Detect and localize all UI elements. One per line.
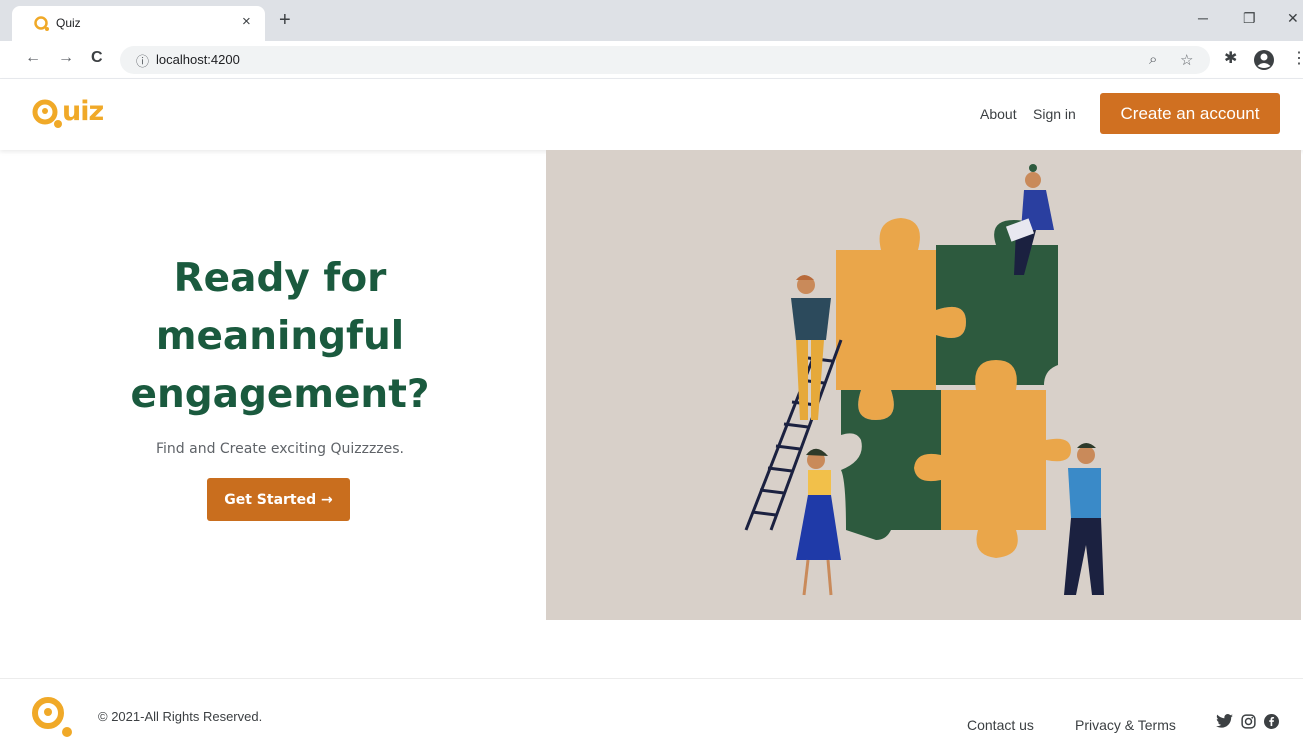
profile-icon[interactable]: [1253, 49, 1275, 71]
tab-close-icon[interactable]: ×: [242, 13, 251, 30]
hero-title-line: meaningful: [155, 314, 405, 359]
footer-contact-link[interactable]: Contact us: [967, 717, 1034, 733]
logo-text: uiz: [62, 96, 104, 127]
hero-title-line: Ready for: [173, 256, 387, 301]
maximize-icon[interactable]: ❐: [1243, 10, 1256, 27]
footer-privacy-link[interactable]: Privacy & Terms: [1075, 717, 1176, 733]
site-footer: © 2021-All Rights Reserved. Contact us P…: [0, 678, 1303, 737]
browser-tab-strip: Quiz × + ─ ❐ ✕: [0, 0, 1303, 41]
footer-copyright: © 2021-All Rights Reserved.: [98, 709, 263, 724]
hero-illustration: [546, 150, 1301, 620]
address-bar[interactable]: ⓘ localhost:4200 ⌕ ☆: [120, 46, 1210, 74]
bookmark-star-icon[interactable]: ☆: [1180, 51, 1193, 69]
nav-about-link[interactable]: About: [980, 106, 1017, 122]
address-url[interactable]: localhost:4200: [156, 52, 240, 67]
create-account-button[interactable]: Create an account: [1100, 93, 1280, 134]
hero-title-line: engagement?: [130, 372, 430, 417]
instagram-icon[interactable]: [1241, 714, 1256, 729]
hero-subtitle: Find and Create exciting Quizzzzes.: [155, 441, 404, 457]
quiz-logo[interactable]: uiz: [32, 96, 122, 128]
reload-icon[interactable]: C: [91, 49, 103, 67]
get-started-button[interactable]: Get Started →: [207, 478, 350, 521]
site-info-icon[interactable]: ⓘ: [136, 51, 149, 70]
woman-blue-dress: [796, 448, 841, 596]
new-tab-button[interactable]: +: [279, 9, 291, 32]
extensions-icon[interactable]: ✱: [1224, 48, 1237, 68]
twitter-icon[interactable]: [1216, 714, 1233, 728]
tab-title: Quiz: [56, 16, 81, 30]
browser-tab[interactable]: Quiz ×: [12, 6, 265, 41]
quiz-favicon-icon: [34, 16, 49, 31]
puzzle-team-illustration: [744, 164, 1104, 596]
close-window-icon[interactable]: ✕: [1287, 10, 1299, 27]
facebook-icon[interactable]: [1264, 714, 1279, 729]
logo-q-icon: [32, 99, 62, 128]
man-right: [1064, 443, 1104, 595]
zoom-icon[interactable]: ⌕: [1149, 51, 1157, 68]
footer-logo-icon[interactable]: [30, 695, 74, 739]
browser-toolbar: ← → C ⓘ localhost:4200 ⌕ ☆ ✱ ⋮: [0, 41, 1303, 79]
browser-menu-icon[interactable]: ⋮: [1291, 48, 1303, 68]
hero-text-section: Ready for meaningful engagement? Find an…: [0, 150, 546, 620]
back-icon[interactable]: ←: [25, 49, 41, 67]
site-header: uiz About Sign in Create an account: [0, 79, 1303, 150]
minimize-icon[interactable]: ─: [1198, 10, 1208, 26]
hero-title: Ready for meaningful engagement?: [60, 250, 500, 424]
forward-icon[interactable]: →: [58, 49, 74, 67]
nav-sign-in-link[interactable]: Sign in: [1033, 106, 1076, 122]
